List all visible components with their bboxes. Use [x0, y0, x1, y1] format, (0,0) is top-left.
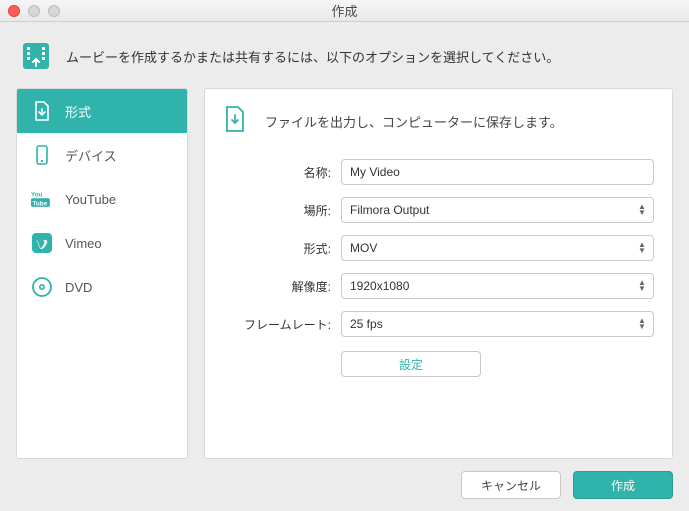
file-export-icon [31, 100, 53, 122]
framerate-label: フレームレート: [223, 316, 341, 333]
vimeo-icon [31, 232, 53, 254]
location-value: Filmora Output [350, 203, 429, 217]
footer: キャンセル 作成 [16, 459, 673, 499]
resolution-value: 1920x1080 [350, 279, 409, 293]
location-label: 場所: [223, 202, 341, 219]
sidebar-item-dvd[interactable]: DVD [17, 265, 187, 309]
updown-icon: ▲▼ [637, 279, 647, 293]
sidebar-item-label: 形式 [65, 102, 91, 121]
sidebar-item-format[interactable]: 形式 [17, 89, 187, 133]
cancel-button-label: キャンセル [481, 477, 541, 494]
window-title: 作成 [0, 1, 689, 20]
sidebar-item-label: デバイス [65, 146, 117, 165]
panel-head: ファイルを出力し、コンピューターに保存します。 [223, 105, 654, 137]
main-panel: ファイルを出力し、コンピューターに保存します。 名称: 場所: Filmora … [204, 88, 673, 459]
updown-icon: ▲▼ [637, 241, 647, 255]
cancel-button[interactable]: キャンセル [461, 471, 561, 499]
window-body: ムービーを作成するかまたは共有するには、以下のオプションを選択してください。 形… [0, 22, 689, 511]
svg-text:You: You [31, 192, 43, 199]
header: ムービーを作成するかまたは共有するには、以下のオプションを選択してください。 [16, 36, 673, 88]
framerate-select[interactable]: 25 fps ▲▼ [341, 311, 654, 337]
header-text: ムービーを作成するかまたは共有するには、以下のオプションを選択してください。 [66, 47, 559, 66]
youtube-icon: You Tube [31, 188, 53, 210]
disc-icon [31, 276, 53, 298]
name-input[interactable] [341, 159, 654, 185]
device-icon [31, 144, 53, 166]
format-select[interactable]: MOV ▲▼ [341, 235, 654, 261]
sidebar-item-device[interactable]: デバイス [17, 133, 187, 177]
create-button-label: 作成 [611, 477, 635, 494]
location-select[interactable]: Filmora Output ▲▼ [341, 197, 654, 223]
framerate-value: 25 fps [350, 317, 383, 331]
form: 名称: 場所: Filmora Output ▲▼ 形式: [223, 159, 654, 377]
sidebar-item-youtube[interactable]: You Tube YouTube [17, 177, 187, 221]
create-button[interactable]: 作成 [573, 471, 673, 499]
sidebar-item-vimeo[interactable]: Vimeo [17, 221, 187, 265]
sidebar-item-label: DVD [65, 280, 92, 295]
panel-head-text: ファイルを出力し、コンピューターに保存します。 [265, 112, 563, 131]
sidebar: 形式 デバイス You Tube YouTube [16, 88, 188, 459]
content: 形式 デバイス You Tube YouTube [16, 88, 673, 459]
sidebar-item-label: Vimeo [65, 236, 102, 251]
resolution-label: 解像度: [223, 278, 341, 295]
updown-icon: ▲▼ [637, 203, 647, 217]
updown-icon: ▲▼ [637, 317, 647, 331]
resolution-select[interactable]: 1920x1080 ▲▼ [341, 273, 654, 299]
name-label: 名称: [223, 164, 341, 181]
movie-export-icon [20, 40, 52, 72]
format-value: MOV [350, 241, 377, 255]
settings-button-label: 設定 [399, 356, 423, 373]
file-save-icon [223, 105, 251, 137]
settings-button[interactable]: 設定 [341, 351, 481, 377]
svg-text:Tube: Tube [33, 200, 48, 207]
format-label: 形式: [223, 240, 341, 257]
sidebar-item-label: YouTube [65, 192, 116, 207]
titlebar: 作成 [0, 0, 689, 22]
